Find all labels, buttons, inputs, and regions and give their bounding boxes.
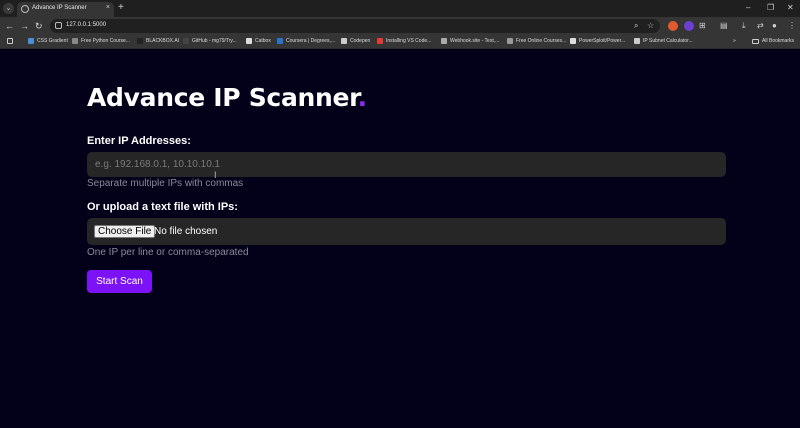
tab-strip: ⌄ Advance IP Scanner × + – ❐ ✕ <box>0 0 800 17</box>
bookmarks-bar: CSS Gradient Free Python Course... BLACK… <box>0 35 800 49</box>
bookmark-label: GitHub - mg79/Try... <box>192 38 237 44</box>
bookmark-label: CSS Gradient <box>37 38 68 44</box>
extensions-puzzle-icon[interactable]: ⊞ <box>699 20 706 32</box>
globe-icon <box>21 5 29 13</box>
file-status-text: No file chosen <box>154 226 218 237</box>
folder-icon <box>752 38 760 44</box>
ip-help-text: Separate multiple IPs with commas <box>87 178 244 189</box>
extension-icon[interactable] <box>684 21 694 31</box>
bookmark-label: Catbox <box>255 38 271 44</box>
bookmark-item[interactable]: PowerSploit/Power... <box>570 38 625 44</box>
bookmark-favicon-icon <box>183 38 189 44</box>
file-upload-input[interactable]: Choose File No file chosen <box>87 218 726 245</box>
title-accent-dot: . <box>357 83 368 112</box>
bookmark-label: Free Python Course... <box>81 38 130 44</box>
extension-icon[interactable] <box>668 21 678 31</box>
bookmark-item[interactable]: Free Python Course... <box>72 38 130 44</box>
site-info-icon[interactable] <box>55 22 62 29</box>
restore-button[interactable]: ❐ <box>767 2 774 14</box>
bookmark-item[interactable]: CSS Gradient <box>28 38 68 44</box>
reload-icon[interactable]: ↻ <box>35 20 43 32</box>
tab-search-icon[interactable]: ⌄ <box>3 3 14 14</box>
bookmark-item[interactable]: Installing VS Code... <box>377 38 431 44</box>
bookmark-label: Installing VS Code... <box>386 38 432 44</box>
address-url[interactable]: 127.0.0.1:5000 <box>66 22 106 28</box>
side-panel-icon[interactable]: ▤ <box>720 20 728 32</box>
ip-input-label: Enter IP Addresses: <box>87 135 191 147</box>
ip-address-input[interactable] <box>87 152 726 177</box>
bookmark-item[interactable]: Webhook.site - Test,... <box>441 38 499 44</box>
page-title: Advance IP Scanner. <box>87 83 367 112</box>
bookmark-label: Codepen <box>350 38 371 44</box>
bookmark-item[interactable]: Codepen <box>341 38 370 44</box>
bookmark-item[interactable]: IP Subnet Calculator... <box>634 38 693 44</box>
minimize-button[interactable]: – <box>746 2 750 14</box>
bookmark-favicon-icon <box>72 38 78 44</box>
bookmark-favicon-icon <box>570 38 576 44</box>
file-upload-label: Or upload a text file with IPs: <box>87 201 238 213</box>
file-help-text: One IP per line or comma-separated <box>87 247 249 258</box>
bookmark-label: Webhook.site - Test,... <box>450 38 500 44</box>
bookmark-item[interactable]: Coursera | Degrees,... <box>277 38 335 44</box>
bookmark-favicon-icon <box>28 38 34 44</box>
apps-grid-icon[interactable] <box>7 38 13 44</box>
bookmark-favicon-icon <box>246 38 252 44</box>
tab-title: Advance IP Scanner <box>32 5 87 11</box>
bookmark-star-icon[interactable]: ☆ <box>647 21 654 31</box>
bookmark-label: IP Subnet Calculator... <box>643 38 693 44</box>
translate-icon[interactable]: ⇄ <box>757 20 764 32</box>
all-bookmarks-label: All Bookmarks <box>762 38 794 44</box>
bookmark-favicon-icon <box>377 38 383 44</box>
browser-toolbar: ← → ↻ 127.0.0.1:5000 ⌕ ☆ ⊞ ▤ ⤓ ⇄ ● ⋮ <box>0 17 800 35</box>
back-icon[interactable]: ← <box>5 20 14 32</box>
page-title-text: Advance IP Scanner <box>87 83 358 112</box>
menu-kebab-icon[interactable]: ⋮ <box>788 20 796 32</box>
bookmark-favicon-icon <box>441 38 447 44</box>
zoom-icon[interactable]: ⌕ <box>634 21 638 31</box>
start-scan-button[interactable]: Start Scan <box>87 270 152 293</box>
more-bookmarks-icon[interactable]: » <box>733 38 736 44</box>
close-window-button[interactable]: ✕ <box>787 2 794 14</box>
download-icon[interactable]: ⤓ <box>742 20 746 32</box>
bookmark-favicon-icon <box>137 38 143 44</box>
bookmark-item[interactable]: BLACKBOX.AI <box>137 38 179 44</box>
browser-tab[interactable]: Advance IP Scanner × <box>17 2 114 17</box>
bookmark-favicon-icon <box>507 38 513 44</box>
all-bookmarks[interactable]: All Bookmarks <box>752 38 794 44</box>
page-content: Advance IP Scanner. Enter IP Addresses: … <box>0 50 800 428</box>
address-bar[interactable]: 127.0.0.1:5000 ⌕ ☆ <box>50 19 660 33</box>
new-tab-button[interactable]: + <box>118 2 124 14</box>
choose-file-button[interactable]: Choose File <box>94 225 156 238</box>
bookmark-item[interactable]: GitHub - mg79/Try... <box>183 38 237 44</box>
profile-avatar-icon[interactable]: ● <box>772 20 777 32</box>
forward-icon[interactable]: → <box>20 20 29 32</box>
bookmark-item[interactable]: Catbox <box>246 38 271 44</box>
bookmark-item[interactable]: Free Online Courses... <box>507 38 566 44</box>
bookmark-favicon-icon <box>634 38 640 44</box>
bookmark-label: Coursera | Degrees,... <box>286 38 336 44</box>
close-tab-icon[interactable]: × <box>106 4 110 11</box>
bookmark-label: Free Online Courses... <box>516 38 567 44</box>
bookmark-label: BLACKBOX.AI <box>146 38 180 44</box>
bookmark-favicon-icon <box>277 38 283 44</box>
bookmark-favicon-icon <box>341 38 347 44</box>
bookmark-label: PowerSploit/Power... <box>579 38 626 44</box>
